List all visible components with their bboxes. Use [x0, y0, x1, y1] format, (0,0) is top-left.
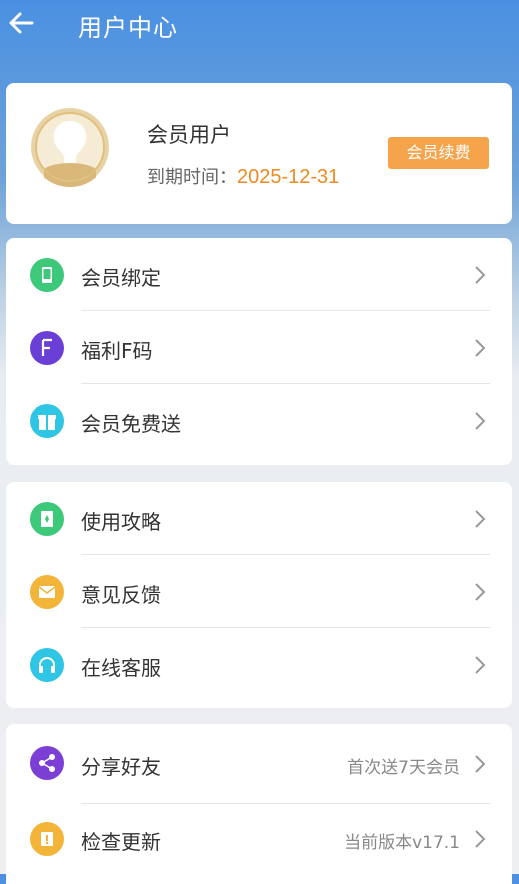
menu-item-label: 意见反馈 — [81, 583, 161, 607]
phone-icon — [30, 258, 64, 292]
menu-item-label: 在线客服 — [81, 656, 161, 680]
share-icon — [30, 746, 64, 780]
expire-label: 到期时间： — [147, 167, 237, 188]
menu-item-bind-member[interactable]: 会员绑定 — [6, 238, 512, 311]
page-title: 用户中心 — [78, 14, 178, 42]
menu-item-f-code[interactable]: 福利F码 — [6, 311, 512, 384]
gift-icon — [30, 404, 64, 438]
menu-item-label: 使用攻略 — [81, 510, 161, 534]
top-bar: 用户中心 — [0, 0, 519, 50]
menu-item-free-gift[interactable]: 会员免费送 — [6, 384, 512, 457]
menu-item-check-update[interactable]: 检查更新 当前版本v17.1 — [6, 804, 512, 879]
chevron-right-icon — [472, 582, 488, 602]
version-info: 当前版本v17.1 — [344, 833, 460, 853]
menu-group-help: 使用攻略 意见反馈 在线客服 — [6, 482, 512, 708]
mail-icon — [30, 575, 64, 609]
menu-group-membership: 会员绑定 福利F码 会员免费送 — [6, 238, 512, 465]
expire-info: 到期时间：2025-12-31 — [147, 163, 339, 189]
headset-icon — [30, 648, 64, 682]
profile-card: 会员用户 到期时间：2025-12-31 会员续费 — [6, 83, 512, 224]
chevron-right-icon — [472, 754, 488, 774]
menu-item-share[interactable]: 分享好友 首次送7天会员 — [6, 724, 512, 804]
menu-item-guide[interactable]: 使用攻略 — [6, 482, 512, 555]
chevron-right-icon — [472, 338, 488, 358]
expire-date: 2025-12-31 — [237, 166, 340, 188]
menu-group-app: 分享好友 首次送7天会员 检查更新 当前版本v17.1 — [6, 724, 512, 884]
renew-button[interactable]: 会员续费 — [388, 137, 489, 169]
chevron-right-icon — [472, 829, 488, 849]
menu-item-label: 会员免费送 — [81, 412, 181, 436]
chevron-right-icon — [472, 509, 488, 529]
avatar[interactable] — [30, 107, 110, 187]
chevron-right-icon — [472, 265, 488, 285]
menu-item-customer-service[interactable]: 在线客服 — [6, 628, 512, 701]
update-icon — [30, 822, 64, 856]
share-hint: 首次送7天会员 — [347, 758, 460, 778]
chevron-right-icon — [472, 411, 488, 431]
menu-item-label: 会员绑定 — [81, 266, 161, 290]
menu-item-label: 福利F码 — [81, 339, 153, 363]
menu-item-feedback[interactable]: 意见反馈 — [6, 555, 512, 628]
chevron-right-icon — [472, 655, 488, 675]
guide-icon — [30, 502, 64, 536]
back-arrow-icon[interactable] — [6, 8, 36, 38]
menu-item-label: 检查更新 — [81, 830, 161, 854]
menu-item-label: 分享好友 — [81, 755, 161, 779]
f-letter-icon — [30, 331, 64, 365]
user-name: 会员用户 — [147, 123, 231, 147]
